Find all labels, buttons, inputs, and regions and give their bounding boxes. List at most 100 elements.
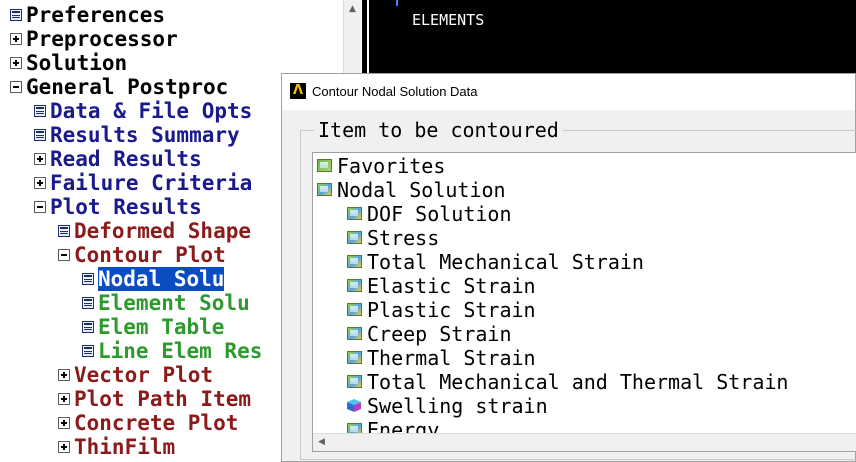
tree-item-label: Solution [26, 51, 128, 75]
contour-item-tree-list[interactable]: Favorites Nodal Solution DOF Solution St… [312, 152, 856, 452]
document-icon [82, 321, 94, 333]
tree-item-label: Vector Plot [74, 363, 214, 387]
tree-item-preprocessor[interactable]: Preprocessor [10, 27, 178, 51]
list-item-label: Elastic Strain [367, 274, 536, 298]
expand-plus-icon[interactable] [58, 417, 70, 429]
tree-item-label: Plot Path Item [74, 387, 252, 411]
open-folder-icon [317, 183, 332, 196]
tree-item-nodal-solu[interactable]: Nodal Solu [82, 267, 225, 291]
tree-item-label: Element Solu [98, 291, 250, 315]
graphics-title-label: ELEMENTS [412, 11, 485, 29]
tree-item-label: Preferences [26, 3, 166, 27]
tree-item-read-results[interactable]: Read Results [34, 147, 202, 171]
folder-icon [347, 351, 362, 364]
tree-item-data-file-opts[interactable]: Data & File Opts [34, 99, 252, 123]
list-item-label: Plastic Strain [367, 298, 536, 322]
tree-item-label: Nodal Solu [98, 267, 225, 291]
tree-item-vector-plot[interactable]: Vector Plot [58, 363, 213, 387]
document-icon [34, 129, 46, 141]
tree-item-label: Results Summary [50, 123, 240, 147]
folder-icon [347, 279, 362, 292]
cursor-marker [396, 0, 398, 6]
expand-plus-icon[interactable] [58, 369, 70, 381]
tree-item-label: General Postproc [26, 75, 229, 99]
tree-item-results-summary[interactable]: Results Summary [34, 123, 240, 147]
tree-item-elem-table[interactable]: Elem Table [82, 315, 224, 339]
document-icon [82, 297, 94, 309]
document-icon [82, 273, 94, 285]
expand-plus-icon[interactable] [34, 153, 46, 165]
list-item-elastic-strain[interactable]: Elastic Strain [347, 274, 536, 298]
dialog-title: Contour Nodal Solution Data [312, 84, 478, 99]
expand-plus-icon[interactable] [58, 393, 70, 405]
list-item-nodal-solution[interactable]: Nodal Solution [317, 178, 506, 202]
list-item-label: Thermal Strain [367, 346, 536, 370]
tree-item-plot-results[interactable]: Plot Results [34, 195, 202, 219]
collapse-minus-icon[interactable] [58, 249, 70, 261]
tree-item-label: Concrete Plot [74, 411, 239, 435]
list-item-label: Creep Strain [367, 322, 512, 346]
collapse-minus-icon[interactable] [34, 201, 46, 213]
folder-icon [347, 207, 362, 220]
cube-icon [347, 399, 362, 412]
list-item-label: Total Mechanical and Thermal Strain [367, 370, 789, 394]
group-label: Item to be contoured [314, 117, 563, 143]
scroll-left-arrow-icon[interactable]: ◀ [313, 434, 330, 451]
tree-item-solution[interactable]: Solution [10, 51, 127, 75]
list-item-label: Swelling strain [367, 394, 548, 418]
tree-item-label: Plot Results [50, 195, 202, 219]
tree-item-label: ThinFilm [74, 435, 176, 459]
tree-item-plot-path-item[interactable]: Plot Path Item [58, 387, 251, 411]
list-horizontal-scrollbar[interactable]: ◀ [313, 433, 856, 451]
dialog-titlebar[interactable]: Λ Contour Nodal Solution Data [282, 74, 855, 110]
list-item-thermal-strain[interactable]: Thermal Strain [347, 346, 536, 370]
tree-item-contour-plot[interactable]: Contour Plot [58, 243, 226, 267]
list-item-label: Total Mechanical Strain [367, 250, 644, 274]
list-item-label: Stress [367, 226, 440, 250]
document-icon [10, 9, 22, 21]
list-item-total-mechanical-strain[interactable]: Total Mechanical Strain [347, 250, 644, 274]
document-icon [58, 225, 70, 237]
list-item-favorites[interactable]: Favorites [317, 154, 445, 178]
tree-item-label: Data & File Opts [50, 99, 253, 123]
folder-icon [347, 255, 362, 268]
expand-plus-icon[interactable] [10, 57, 22, 69]
ansys-app-icon: Λ [290, 83, 306, 99]
tree-item-concrete-plot[interactable]: Concrete Plot [58, 411, 238, 435]
tree-item-label: Deformed Shape [74, 219, 252, 243]
scroll-up-arrow-icon[interactable]: ▲ [344, 0, 361, 18]
list-item-total-mechanical-and-thermal-strain[interactable]: Total Mechanical and Thermal Strain [347, 370, 788, 394]
tree-item-line-elem-res[interactable]: Line Elem Res [82, 339, 262, 363]
tree-item-deformed-shape[interactable]: Deformed Shape [58, 219, 251, 243]
folder-icon [347, 303, 362, 316]
tree-item-failure-criteria[interactable]: Failure Criteria [34, 171, 252, 195]
document-icon [34, 105, 46, 117]
collapse-minus-icon[interactable] [10, 81, 22, 93]
tree-item-general-postproc[interactable]: General Postproc [10, 75, 228, 99]
list-item-label: Favorites [337, 154, 446, 178]
window-divider [367, 0, 369, 80]
list-item-creep-strain[interactable]: Creep Strain [347, 322, 512, 346]
expand-plus-icon[interactable] [34, 177, 46, 189]
folder-icon [347, 231, 362, 244]
expand-plus-icon[interactable] [58, 441, 70, 453]
list-item-stress[interactable]: Stress [347, 226, 439, 250]
tree-item-thinfilm[interactable]: ThinFilm [58, 435, 175, 459]
expand-plus-icon[interactable] [10, 33, 22, 45]
tree-item-label: Read Results [50, 147, 202, 171]
tree-item-label: Line Elem Res [98, 339, 263, 363]
tree-item-preferences[interactable]: Preferences [10, 3, 165, 27]
graphics-window: ELEMENTS [362, 0, 856, 80]
tree-item-label: Contour Plot [74, 243, 226, 267]
folder-icon [347, 327, 362, 340]
folder-icon [347, 375, 362, 388]
tree-item-element-solu[interactable]: Element Solu [82, 291, 250, 315]
list-item-swelling-strain[interactable]: Swelling strain [347, 394, 548, 418]
contour-nodal-solution-dialog: Λ Contour Nodal Solution Data Item to be… [281, 73, 856, 462]
list-item-dof-solution[interactable]: DOF Solution [347, 202, 512, 226]
tree-item-label: Failure Criteria [50, 171, 253, 195]
list-item-plastic-strain[interactable]: Plastic Strain [347, 298, 536, 322]
tree-item-label: Preprocessor [26, 27, 178, 51]
favorites-folder-icon [317, 159, 332, 172]
tree-item-label: Elem Table [98, 315, 225, 339]
